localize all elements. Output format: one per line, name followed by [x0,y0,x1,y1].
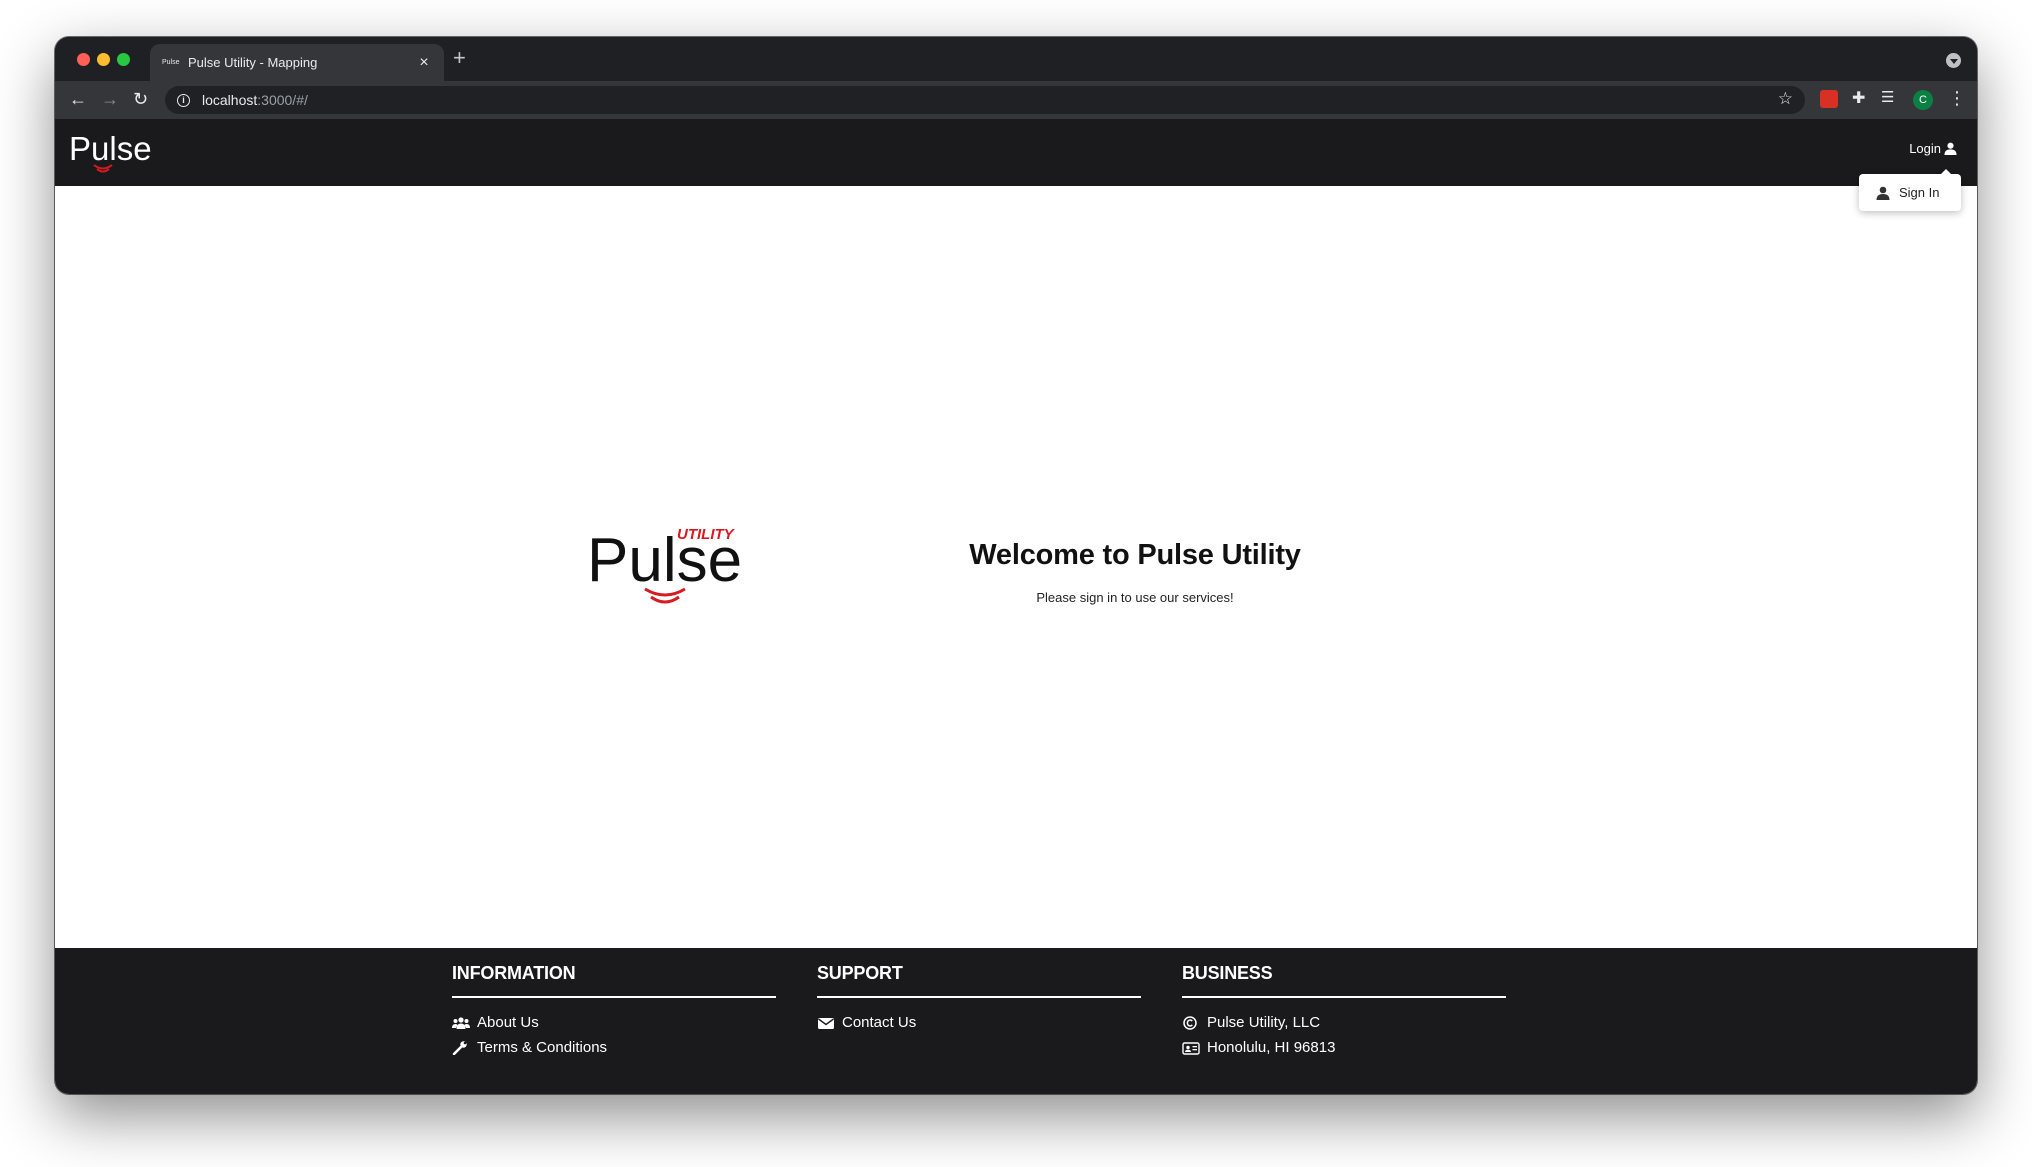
browser-menu-icon[interactable]: ⋮ [1948,88,1966,109]
tab-strip: Pulse Pulse Utility - Mapping × + [55,37,1977,81]
company-name: Pulse Utility, LLC [1182,1010,1506,1035]
extensions-puzzle-icon[interactable]: ✚ [1852,88,1870,107]
contact-us-label: Contact Us [842,1014,917,1031]
page-viewport: Pulse Login Sign In Pulse UTILITY Welcom… [55,119,1977,1094]
close-window-button[interactable] [77,53,90,66]
hero-logo-tag: UTILITY [677,526,736,543]
copyright-icon [1183,1015,1197,1030]
forward-arrow-icon[interactable]: → [101,89,119,109]
company-address-label: Honolulu, HI 96813 [1207,1039,1336,1056]
pulse-logo[interactable]: Pulse [69,125,159,181]
wrench-icon [452,1040,467,1055]
login-dropdown: Sign In [1859,169,1961,211]
minimize-window-button[interactable] [97,53,110,66]
media-controls-icon[interactable]: ☰ [1881,88,1899,106]
footer-heading: BUSINESS [1182,963,1506,998]
company-address: Honolulu, HI 96813 [1182,1035,1506,1060]
envelope-icon [818,1017,834,1029]
terms-conditions-link[interactable]: Terms & Conditions [452,1035,776,1060]
url-host: localhost [202,92,258,108]
close-tab-icon[interactable]: × [416,54,432,72]
users-icon [452,1016,470,1029]
user-icon [1876,186,1890,200]
browser-window: Pulse Pulse Utility - Mapping × + ← → ↻ … [55,37,1977,1094]
footer-heading: INFORMATION [452,963,776,998]
profile-avatar[interactable]: C [1913,90,1933,110]
welcome-panel: Welcome to Pulse Utility Please sign in … [915,539,1355,605]
address-bar[interactable]: i localhost :3000/#/ ☆ [165,86,1805,114]
tab-title: Pulse Utility - Mapping [188,55,318,70]
maximize-window-button[interactable] [117,53,130,66]
tab-search-icon[interactable] [1946,53,1961,68]
footer-business-column: BUSINESS Pulse Utility, LLC Honolulu, HI… [1182,963,1506,1060]
footer-heading: SUPPORT [817,963,1141,998]
browser-tab[interactable]: Pulse Pulse Utility - Mapping × [150,44,444,81]
site-header: Pulse Login [55,119,1977,186]
footer-information-column: INFORMATION About Us Terms & Conditions [452,963,776,1060]
sign-in-menu-item[interactable]: Sign In [1899,185,1939,200]
favicon-icon: Pulse [162,59,180,66]
login-label: Login [1909,141,1941,156]
new-tab-button[interactable]: + [453,47,466,69]
footer-support-column: SUPPORT Contact Us [817,963,1141,1035]
login-link[interactable]: Login [1909,141,1957,156]
id-card-icon [1182,1041,1200,1055]
about-us-link[interactable]: About Us [452,1010,776,1035]
about-us-label: About Us [477,1014,539,1031]
pulse-utility-logo: Pulse UTILITY [587,526,742,604]
site-info-icon[interactable]: i [177,93,190,107]
welcome-title: Welcome to Pulse Utility [969,539,1301,571]
reload-icon[interactable]: ↻ [133,89,148,109]
browser-toolbar: ← → ↻ i localhost :3000/#/ ☆ ✚ ☰ C ⋮ [55,81,1977,119]
welcome-subtitle: Please sign in to use our services! [1036,590,1234,605]
extension-icon[interactable] [1820,90,1838,108]
site-footer: INFORMATION About Us Terms & Conditions … [55,948,1977,1094]
contact-us-link[interactable]: Contact Us [817,1010,1141,1035]
user-icon [1944,142,1957,155]
terms-label: Terms & Conditions [477,1039,608,1056]
bookmark-star-icon[interactable]: ☆ [1778,89,1793,109]
back-arrow-icon[interactable]: ← [69,89,87,109]
header-logo-text: Pulse [69,130,152,167]
company-name-label: Pulse Utility, LLC [1207,1014,1321,1031]
url-path: :3000/#/ [257,92,308,108]
